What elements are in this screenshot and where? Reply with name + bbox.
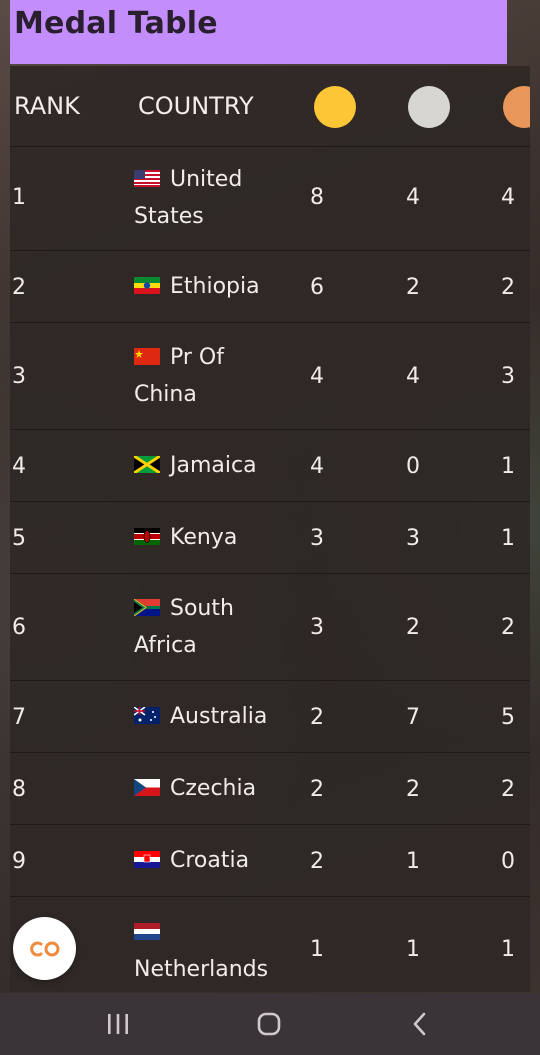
rank-cell: 5: [12, 526, 26, 551]
gold-count: 2: [310, 777, 324, 802]
czechia-flag-icon: [134, 778, 160, 796]
silver-count: 2: [406, 777, 420, 802]
country-cell: Czechia: [134, 770, 284, 807]
croatia-flag-icon: [134, 850, 160, 868]
column-header-rank: RANK: [14, 92, 80, 120]
floating-action-button[interactable]: [13, 917, 76, 980]
china-flag-icon: [134, 347, 160, 365]
country-cell: United States: [134, 167, 243, 229]
back-icon[interactable]: [400, 1009, 440, 1039]
bronze-count: 1: [501, 937, 515, 962]
bronze-count: 1: [501, 526, 515, 551]
table-row[interactable]: Netherlands 1 1 1: [10, 896, 530, 992]
table-row[interactable]: 3 Pr Of China 4 4 3: [10, 322, 530, 430]
australia-flag-icon: [134, 706, 160, 724]
system-navigation-bar: [0, 993, 540, 1055]
bronze-count: 2: [501, 275, 515, 300]
silver-count: 4: [406, 185, 420, 210]
table-row[interactable]: 4 Jamaica 4 0 1: [10, 429, 530, 502]
recents-icon[interactable]: [98, 1009, 138, 1039]
gold-count: 8: [310, 185, 324, 210]
table-row[interactable]: 1 United States 8 4 4: [10, 146, 530, 251]
us-flag-icon: [134, 169, 160, 187]
home-icon[interactable]: [249, 1009, 289, 1039]
rank-cell: 2: [12, 275, 26, 300]
bronze-count: 5: [501, 705, 515, 730]
south-africa-flag-icon: [134, 598, 160, 616]
country-cell: Australia: [134, 698, 284, 735]
bronze-count: 1: [501, 454, 515, 479]
kenya-flag-icon: [134, 527, 160, 545]
country-cell: Pr Of China: [134, 345, 224, 407]
country-cell: Croatia: [134, 842, 284, 879]
page-header: Medal Table: [10, 0, 507, 64]
medal-table[interactable]: RANK COUNTRY 1 United States 8 4 4 2 Eth…: [10, 66, 530, 992]
gold-count: 4: [310, 364, 324, 389]
country-cell: South Africa: [134, 596, 234, 658]
silver-count: 4: [406, 364, 420, 389]
gold-count: 1: [310, 937, 324, 962]
gold-count: 6: [310, 275, 324, 300]
gold-count: 4: [310, 454, 324, 479]
bronze-count: 2: [501, 777, 515, 802]
country-cell: Ethiopia: [134, 268, 284, 305]
table-row[interactable]: 9 Croatia 2 1 0: [10, 824, 530, 897]
rank-cell: 7: [12, 705, 26, 730]
country-cell: Kenya: [134, 519, 284, 556]
co-logo-icon: [29, 941, 59, 956]
silver-count: 1: [406, 849, 420, 874]
country-cell: Jamaica: [134, 447, 284, 484]
rank-cell: 8: [12, 777, 26, 802]
gold-count: 3: [310, 615, 324, 640]
silver-medal-icon: [408, 86, 450, 128]
rank-cell: 4: [12, 454, 26, 479]
bronze-count: 0: [501, 849, 515, 874]
netherlands-flag-icon: [134, 922, 160, 940]
table-row[interactable]: 8 Czechia 2 2 2: [10, 752, 530, 825]
rank-cell: 3: [12, 364, 26, 389]
table-header: RANK COUNTRY: [10, 66, 530, 146]
bronze-count: 3: [501, 364, 515, 389]
table-row[interactable]: 5 Kenya 3 3 1: [10, 501, 530, 574]
gold-count: 2: [310, 849, 324, 874]
table-row[interactable]: 2 Ethiopia 6 2 2: [10, 250, 530, 323]
gold-count: 3: [310, 526, 324, 551]
table-row[interactable]: 7 Australia 2 7 5: [10, 680, 530, 753]
silver-count: 2: [406, 615, 420, 640]
table-row[interactable]: 6 South Africa 3 2 2: [10, 573, 530, 681]
bronze-count: 2: [501, 615, 515, 640]
bronze-medal-icon: [503, 86, 530, 128]
rank-cell: 9: [12, 849, 26, 874]
silver-count: 1: [406, 937, 420, 962]
gold-medal-icon: [314, 86, 356, 128]
silver-count: 3: [406, 526, 420, 551]
silver-count: 7: [406, 705, 420, 730]
country-cell: Netherlands: [134, 914, 284, 988]
gold-count: 2: [310, 705, 324, 730]
page-title: Medal Table: [14, 6, 218, 41]
silver-count: 0: [406, 454, 420, 479]
column-header-country: COUNTRY: [138, 92, 254, 120]
rank-cell: 1: [12, 185, 26, 210]
bronze-count: 4: [501, 185, 515, 210]
ethiopia-flag-icon: [134, 276, 160, 294]
silver-count: 2: [406, 275, 420, 300]
rank-cell: 6: [12, 615, 26, 640]
jamaica-flag-icon: [134, 455, 160, 473]
